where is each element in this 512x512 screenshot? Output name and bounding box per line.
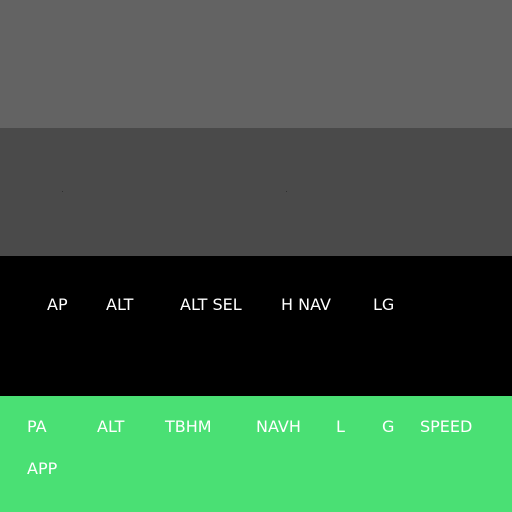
top-band xyxy=(0,0,512,128)
mode-ap-button[interactable]: AP xyxy=(47,295,68,315)
pixel-artifact xyxy=(286,191,287,192)
pixel-artifact xyxy=(62,191,63,192)
green-pa-button[interactable]: PA xyxy=(27,417,47,437)
green-app-button[interactable]: APP xyxy=(27,459,57,479)
green-alt-button[interactable]: ALT xyxy=(97,417,124,437)
mode-h-nav-button[interactable]: H NAV xyxy=(281,295,331,315)
annunciator-screen: AP ALT ALT SEL H NAV LG PA ALT TBHM NAVH… xyxy=(0,0,512,512)
green-panel xyxy=(0,396,512,512)
green-g-button[interactable]: G xyxy=(382,417,394,437)
mode-alt-sel-button[interactable]: ALT SEL xyxy=(180,295,242,315)
green-navh-button[interactable]: NAVH xyxy=(256,417,301,437)
green-tbhm-button[interactable]: TBHM xyxy=(165,417,212,437)
mode-alt-button[interactable]: ALT xyxy=(106,295,133,315)
mode-bar xyxy=(0,256,512,396)
mode-lg-button[interactable]: LG xyxy=(373,295,394,315)
green-speed-button[interactable]: SPEED xyxy=(420,417,472,437)
green-l-button[interactable]: L xyxy=(336,417,345,437)
middle-band xyxy=(0,128,512,256)
